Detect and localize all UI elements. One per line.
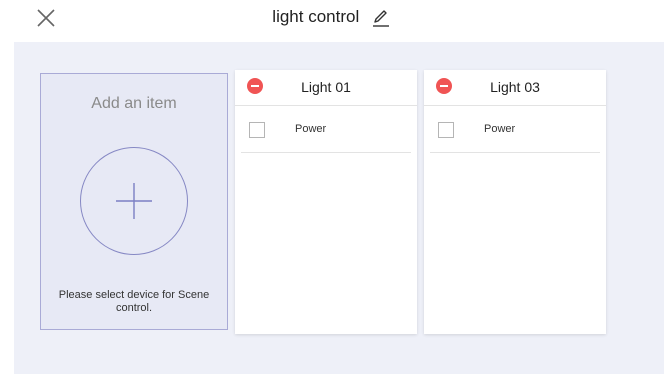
function-label: Power xyxy=(484,123,516,135)
top-bar: light control xyxy=(0,0,664,42)
device-name: Light 03 xyxy=(490,79,540,95)
add-item-title: Add an item xyxy=(91,95,177,112)
power-checkbox[interactable] xyxy=(249,122,265,138)
device-function-row: Power xyxy=(241,106,411,153)
device-name: Light 01 xyxy=(301,79,351,95)
page-title: light control xyxy=(272,7,360,26)
add-item-card[interactable]: Add an item Please select device for Sce… xyxy=(40,73,228,330)
add-item-button[interactable] xyxy=(80,147,188,255)
add-item-hint: Please select device for Scene control. xyxy=(58,289,210,314)
plus-icon xyxy=(116,183,152,219)
title-area: light control xyxy=(0,6,664,32)
device-card-header: Light 01 xyxy=(235,70,417,106)
device-function-row: Power xyxy=(430,106,600,153)
device-card-light-01: Light 01 Power xyxy=(235,70,417,334)
device-card-light-03: Light 03 Power xyxy=(424,70,606,334)
device-card-header: Light 03 xyxy=(424,70,606,106)
pencil-icon xyxy=(372,10,389,27)
power-checkbox[interactable] xyxy=(438,122,454,138)
scene-content: Add an item Please select device for Sce… xyxy=(14,42,664,374)
function-label: Power xyxy=(295,123,327,135)
edit-title-button[interactable] xyxy=(370,6,392,28)
